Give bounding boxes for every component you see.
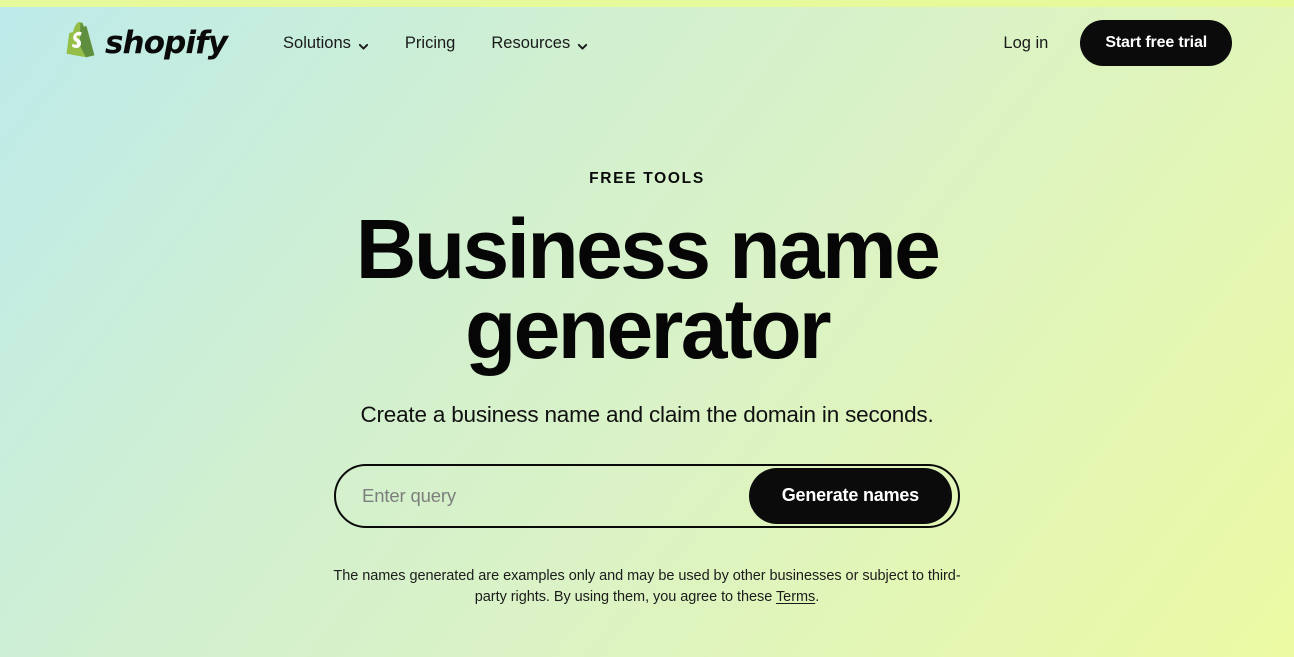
nav-item-pricing[interactable]: Pricing bbox=[391, 25, 469, 62]
site-header: shopify Solutions Pricing Resources Log … bbox=[0, 7, 1294, 79]
hero-section: FREE TOOLS Business name generator Creat… bbox=[0, 79, 1294, 657]
disclaimer-period: . bbox=[815, 589, 820, 606]
nav-label-resources: Resources bbox=[491, 33, 571, 52]
nav-item-resources[interactable]: Resources bbox=[477, 25, 602, 62]
chevron-down-icon bbox=[577, 38, 588, 50]
nav-label-solutions: Solutions bbox=[283, 33, 351, 52]
shopify-logo-link[interactable]: shopify bbox=[62, 21, 228, 65]
shopify-wordmark: shopify bbox=[105, 24, 228, 61]
terms-link[interactable]: Terms bbox=[776, 589, 815, 605]
name-generator-form: Generate names bbox=[334, 463, 960, 528]
disclaimer-text: The names generated are examples only an… bbox=[327, 566, 967, 610]
shopify-bag-icon bbox=[62, 21, 96, 65]
page-title: Business name generator bbox=[355, 201, 941, 377]
nav-item-solutions[interactable]: Solutions bbox=[269, 25, 383, 62]
login-link[interactable]: Log in bbox=[991, 25, 1060, 62]
nav-label-pricing: Pricing bbox=[404, 33, 456, 52]
disclaimer-body: The names generated are examples only an… bbox=[333, 567, 961, 606]
hero-subtitle: Create a business name and claim the dom… bbox=[360, 401, 934, 427]
eyebrow-label: FREE TOOLS bbox=[589, 170, 705, 187]
header-actions: Log in Start free trial bbox=[991, 20, 1232, 66]
chevron-down-icon bbox=[358, 38, 369, 50]
page-root: shopify Solutions Pricing Resources Log … bbox=[0, 0, 1294, 657]
search-input[interactable] bbox=[336, 466, 749, 525]
start-free-trial-button[interactable]: Start free trial bbox=[1080, 20, 1232, 66]
generate-names-button[interactable]: Generate names bbox=[748, 467, 952, 524]
top-section-sliver bbox=[0, 0, 1294, 7]
main-navigation: Solutions Pricing Resources bbox=[269, 25, 602, 62]
